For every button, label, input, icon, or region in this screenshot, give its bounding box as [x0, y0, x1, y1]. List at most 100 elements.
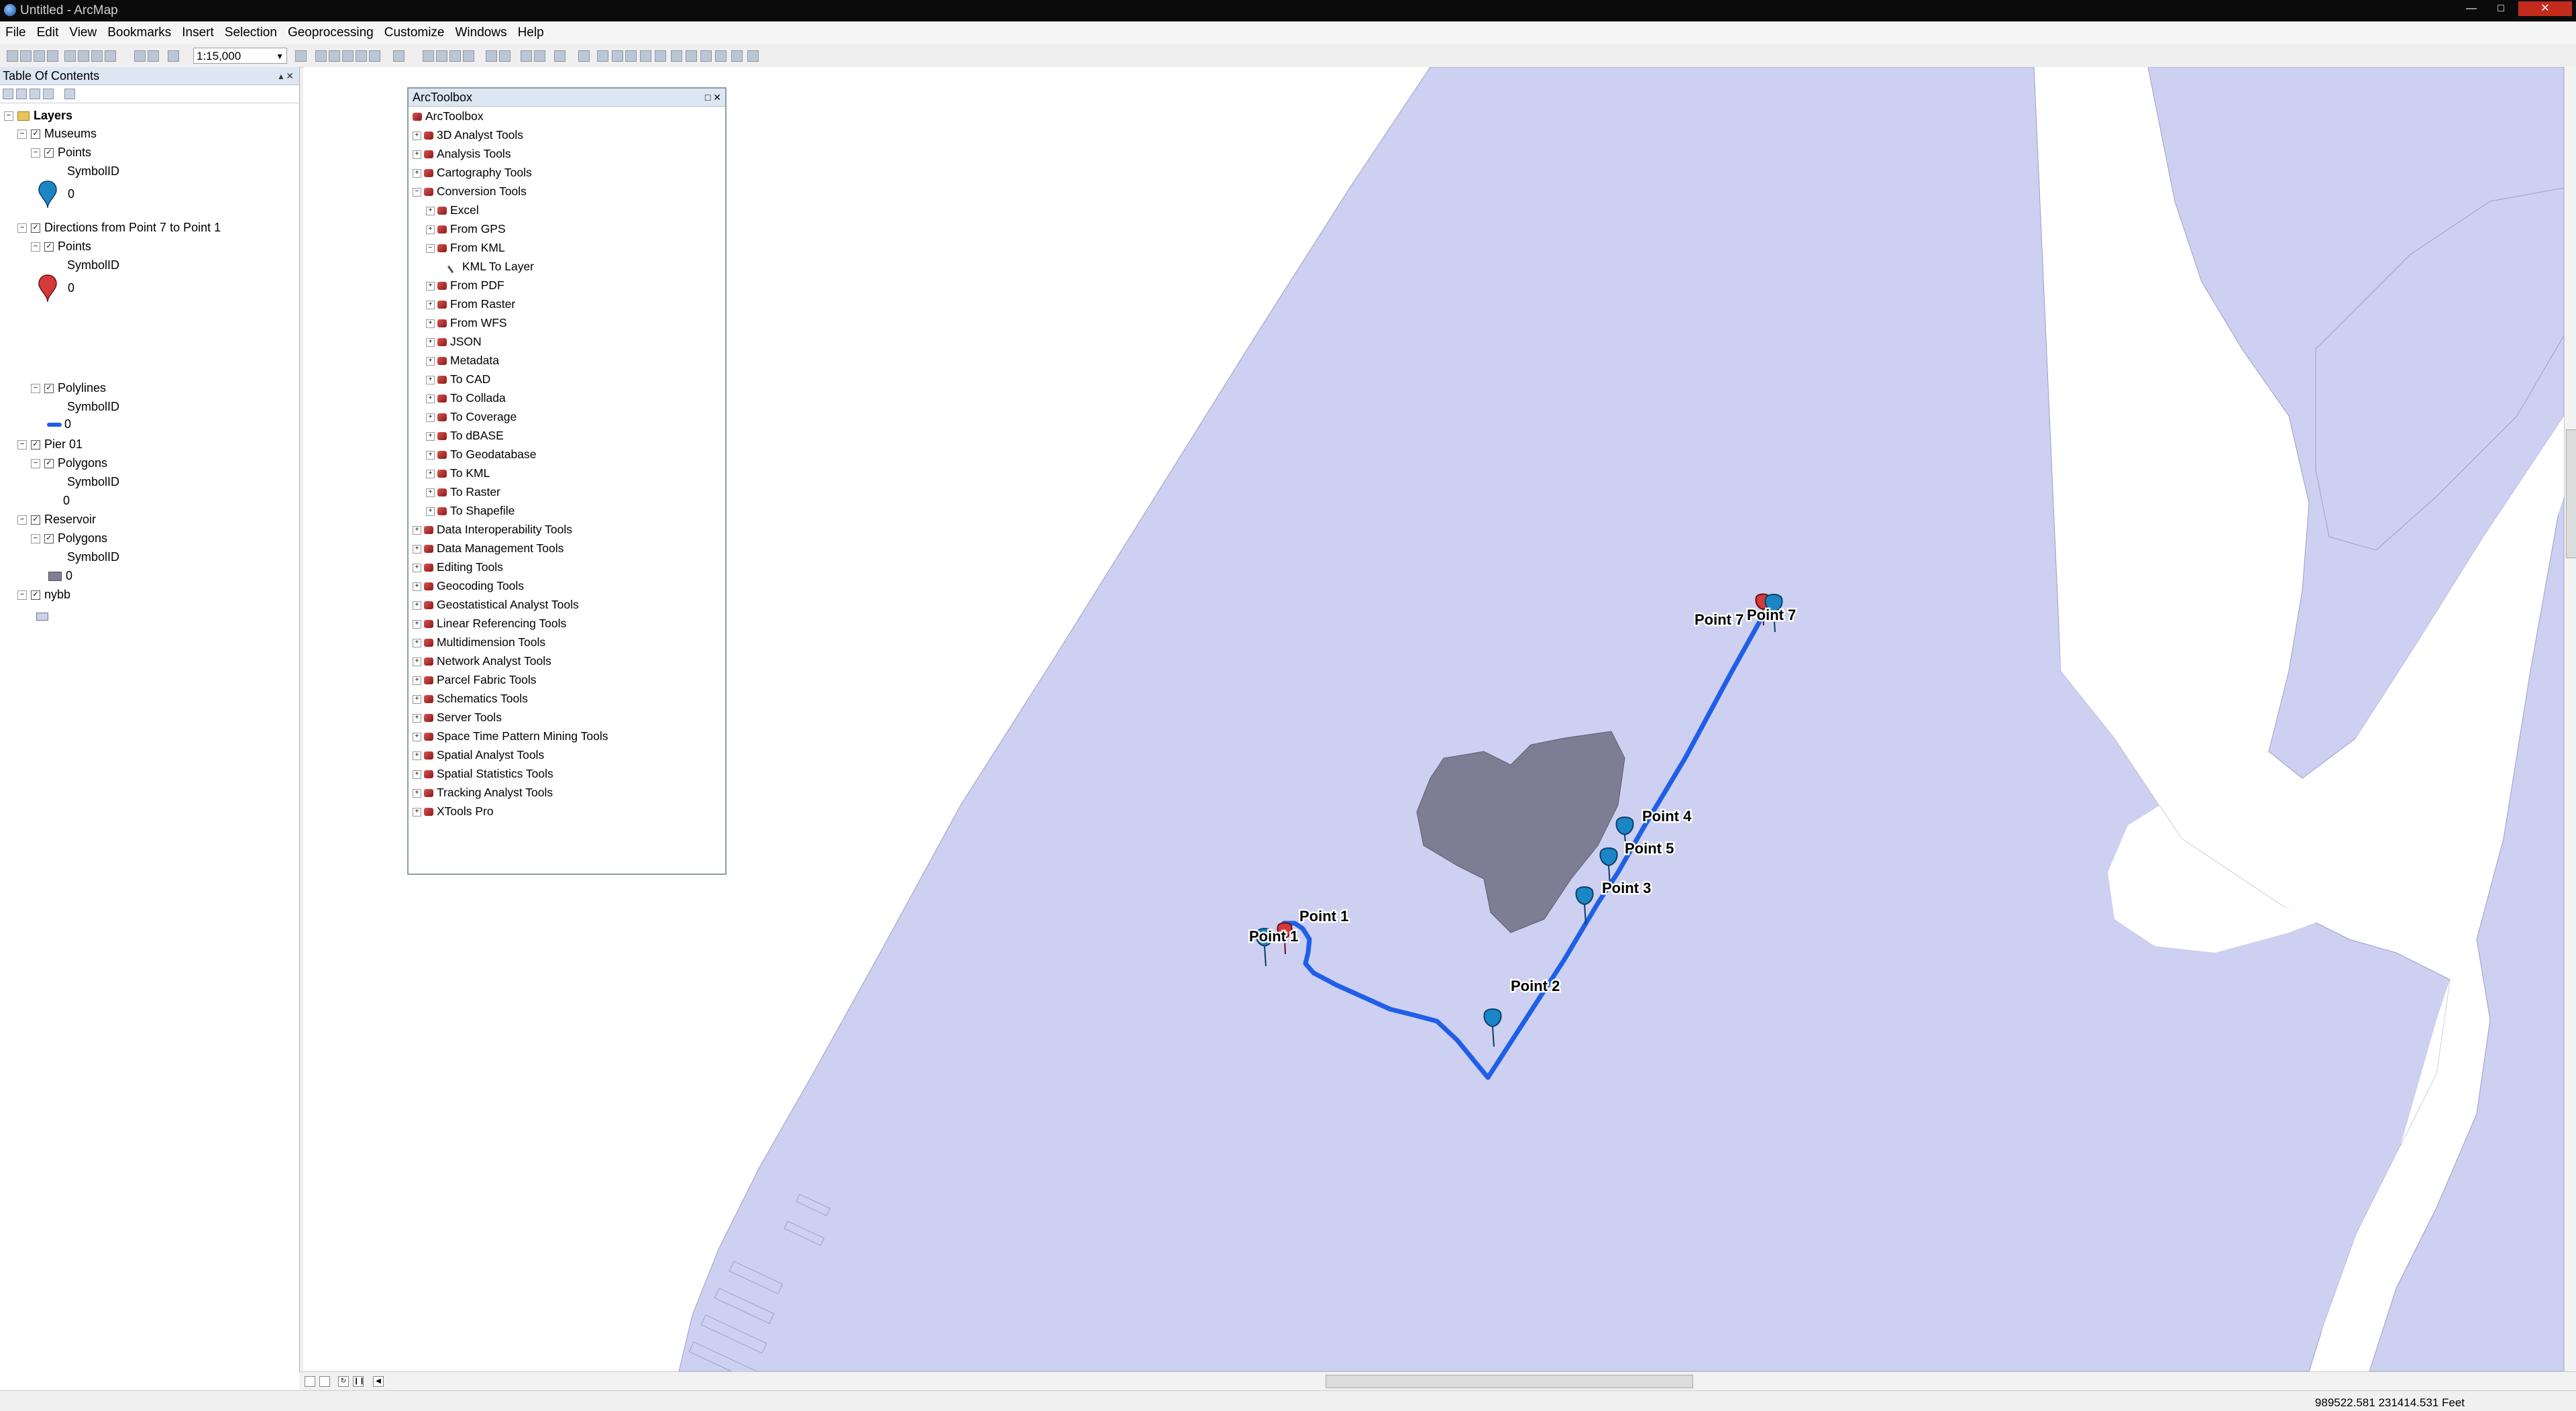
toolbox-item[interactable]: + Data Interoperability Tools: [413, 521, 572, 538]
list-by-drawing-order-icon[interactable]: [3, 89, 13, 99]
layer-visibility-checkbox[interactable]: ✓: [31, 440, 40, 450]
vertical-scroll-thumb[interactable]: [2566, 429, 2576, 558]
time-slider-icon[interactable]: [715, 50, 727, 62]
toolbox-item[interactable]: + Geocoding Tools: [413, 577, 524, 594]
expand-icon[interactable]: +: [413, 657, 421, 666]
toolbox-item[interactable]: + Cartography Tools: [413, 164, 532, 181]
layout-view-icon[interactable]: [747, 50, 759, 62]
expand-icon[interactable]: +: [413, 732, 421, 741]
layer-visibility-checkbox[interactable]: ✓: [31, 590, 40, 600]
toolset-item[interactable]: + To Geodatabase: [426, 446, 536, 463]
layer-visibility-checkbox[interactable]: ✓: [44, 459, 54, 469]
toolbox-item[interactable]: + Geostatistical Analyst Tools: [413, 596, 579, 613]
menu-file[interactable]: File: [0, 21, 32, 44]
toc-sublayer-polygons[interactable]: − ✓ Polygons: [31, 531, 107, 545]
layout-view-icon[interactable]: [319, 1376, 330, 1387]
expand-icon[interactable]: +: [413, 168, 421, 178]
toolset-item[interactable]: + To Raster: [426, 483, 500, 501]
toolbox-item[interactable]: + Space Time Pattern Mining Tools: [413, 727, 608, 745]
tool-kml-to-layer[interactable]: KML To Layer: [447, 258, 534, 275]
clear-selection-icon[interactable]: [578, 50, 590, 62]
toc-sublayer-points[interactable]: − ✓ Points: [31, 240, 91, 254]
expand-icon[interactable]: +: [426, 450, 435, 460]
expand-icon[interactable]: +: [413, 600, 421, 610]
expand-icon[interactable]: +: [413, 131, 421, 140]
list-by-visibility-icon[interactable]: [30, 89, 40, 99]
expand-icon[interactable]: +: [413, 638, 421, 647]
map-scale-dropdown[interactable]: 1:15,000 ▼: [193, 48, 287, 64]
toc-legend-item[interactable]: 0: [48, 569, 72, 583]
model-builder-icon[interactable]: [393, 50, 405, 62]
toolbox-item[interactable]: + Server Tools: [413, 709, 502, 726]
collapse-icon[interactable]: −: [31, 148, 40, 158]
expand-icon[interactable]: +: [426, 206, 435, 215]
toolset-item[interactable]: + From GPS: [426, 220, 506, 238]
expand-icon[interactable]: +: [426, 225, 435, 234]
catalog-window-icon[interactable]: [329, 50, 340, 62]
full-extent-icon[interactable]: [463, 50, 474, 62]
scroll-left-icon[interactable]: ◀: [373, 1376, 384, 1387]
measure-icon[interactable]: [655, 50, 666, 62]
menu-geoprocessing[interactable]: Geoprocessing: [282, 21, 379, 44]
python-window-icon[interactable]: [369, 50, 380, 62]
layer-visibility-checkbox[interactable]: ✓: [44, 384, 54, 394]
expand-icon[interactable]: +: [426, 431, 435, 441]
expand-icon[interactable]: +: [426, 337, 435, 347]
toolset-item[interactable]: − From KML: [426, 239, 505, 256]
toolbox-item[interactable]: + Schematics Tools: [413, 690, 528, 707]
collapse-icon[interactable]: −: [17, 515, 27, 525]
toc-legend-item[interactable]: 0: [38, 274, 74, 303]
toc-legend-item[interactable]: 0: [47, 417, 71, 431]
cut-icon[interactable]: [64, 50, 76, 62]
layer-visibility-checkbox[interactable]: ✓: [31, 223, 40, 233]
horizontal-scroll-thumb[interactable]: [1326, 1375, 1693, 1388]
collapse-icon[interactable]: −: [31, 242, 40, 252]
collapse-icon[interactable]: −: [31, 384, 40, 394]
create-viewer-icon[interactable]: [731, 50, 743, 62]
toolbox-item[interactable]: + XTools Pro: [413, 802, 494, 820]
toolbox-item[interactable]: +3D Analyst Tools: [413, 126, 523, 144]
layer-visibility-checkbox[interactable]: ✓: [44, 534, 54, 544]
toolbox-item[interactable]: − Conversion Tools: [413, 182, 527, 200]
close-icon[interactable]: □ ✕: [705, 89, 721, 106]
back-icon[interactable]: [521, 50, 532, 62]
collapse-icon[interactable]: −: [413, 187, 421, 197]
menu-insert[interactable]: Insert: [176, 21, 219, 44]
pin-icon[interactable]: ▴ ✕: [278, 67, 294, 85]
expand-icon[interactable]: +: [426, 375, 435, 384]
collapse-icon[interactable]: −: [17, 590, 27, 600]
collapse-icon[interactable]: −: [4, 111, 13, 121]
toc-layers-root[interactable]: − Layers: [4, 109, 72, 123]
undo-icon[interactable]: [134, 50, 146, 62]
list-by-source-icon[interactable]: [16, 89, 27, 99]
find-route-icon[interactable]: [671, 50, 682, 62]
arctoolbox-titlebar[interactable]: ArcToolbox □ ✕: [409, 89, 725, 107]
select-features-icon[interactable]: [554, 50, 566, 62]
toolbox-item[interactable]: + Linear Referencing Tools: [413, 615, 566, 632]
expand-icon[interactable]: +: [426, 281, 435, 291]
arctoolbox-window-icon[interactable]: [356, 50, 367, 62]
menu-customize[interactable]: Customize: [379, 21, 450, 44]
menu-help[interactable]: Help: [513, 21, 549, 44]
close-button[interactable]: ✕: [2518, 1, 2572, 16]
expand-icon[interactable]: +: [426, 469, 435, 478]
layer-visibility-checkbox[interactable]: ✓: [31, 515, 40, 525]
expand-icon[interactable]: +: [413, 525, 421, 535]
print-icon[interactable]: [47, 50, 58, 62]
collapse-icon[interactable]: −: [426, 244, 435, 253]
toolset-item[interactable]: + To KML: [426, 464, 490, 482]
expand-icon[interactable]: +: [426, 507, 435, 516]
new-document-icon[interactable]: [7, 50, 18, 62]
toolbox-item[interactable]: + Tracking Analyst Tools: [413, 784, 553, 801]
html-popup-icon[interactable]: [640, 50, 651, 62]
menu-windows[interactable]: Windows: [450, 21, 513, 44]
select-elements-icon[interactable]: [597, 50, 608, 62]
add-data-icon[interactable]: [168, 50, 179, 62]
toolset-item[interactable]: + To dBASE: [426, 427, 504, 444]
toolset-item[interactable]: + Metadata: [426, 352, 499, 369]
maximize-button[interactable]: □: [2486, 1, 2516, 16]
toc-layer-nybb[interactable]: − ✓ nybb: [17, 588, 70, 602]
expand-icon[interactable]: +: [426, 413, 435, 422]
editor-toolbar-icon[interactable]: [295, 50, 307, 62]
toolbox-item[interactable]: + Analysis Tools: [413, 145, 511, 162]
